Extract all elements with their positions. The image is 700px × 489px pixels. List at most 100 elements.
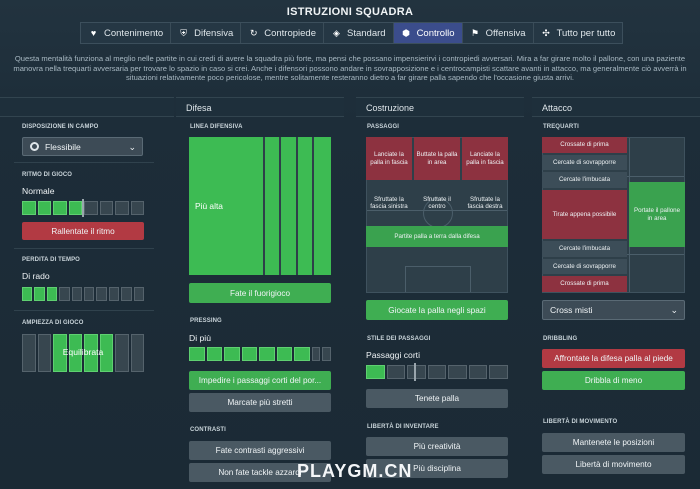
- slider-segment: [34, 287, 45, 301]
- zone-through-ball-left[interactable]: Cercate l'imbucata: [542, 172, 627, 188]
- width-label: AMPIEZZA DI GIOCO: [22, 320, 84, 326]
- zone-center[interactable]: Sfruttate il centro: [414, 183, 460, 223]
- zone-shoot-on-sight[interactable]: Tirate appena possibile: [542, 190, 627, 239]
- slider-segment: [448, 365, 467, 379]
- defensive-line-value: Più alta: [195, 201, 223, 211]
- slider-segment: [68, 201, 82, 215]
- timewasting-label: PERDITA DI TEMPO: [22, 257, 80, 263]
- slider-segment: [189, 347, 205, 361]
- slider-segment: [130, 201, 144, 215]
- width-value: Equilibrata: [62, 347, 104, 357]
- passing-style-slider[interactable]: [366, 363, 509, 381]
- shield-icon: ⛨: [180, 27, 188, 38]
- counter-icon: ↻: [249, 27, 258, 38]
- watermark: PLAYGM.CN: [297, 461, 413, 481]
- zone-left-flank[interactable]: Sfruttate la fascia sinistra: [366, 183, 412, 223]
- chevron-down-icon: ⌄: [128, 142, 136, 152]
- mentality-description: Questa mentalità funziona al meglio nell…: [13, 54, 687, 83]
- run-at-defence-button[interactable]: Affrontate la difesa palla al piede: [542, 349, 685, 368]
- timewasting-value: Di rado: [22, 271, 50, 281]
- pass-into-space-button[interactable]: Giocate la palla negli spazi: [366, 300, 508, 320]
- pitch-line: [405, 266, 406, 292]
- tab-controllo[interactable]: ⬢ Controllo: [393, 23, 463, 43]
- slider-segment: [294, 347, 310, 361]
- tighter-marking-button[interactable]: Marcate più stretti: [189, 393, 331, 412]
- aggressive-tackles-button[interactable]: Fate contrasti aggressivi: [189, 441, 331, 460]
- tab-tutto-per-tutto[interactable]: ✣ Tutto per tutto: [534, 23, 623, 43]
- target-icon: [30, 142, 39, 151]
- zone-overlap-left[interactable]: Cercate di sovrapporre: [542, 155, 627, 170]
- slider-segment: [489, 365, 509, 379]
- slider-segment: [121, 287, 132, 301]
- slider-default-marker: [82, 199, 84, 217]
- tab-standard[interactable]: ◈ Standard: [324, 23, 394, 43]
- crossing-select[interactable]: Cross misti ⌄: [542, 300, 685, 320]
- zone-cross-early-right[interactable]: Crossate di prima: [542, 276, 627, 292]
- pressing-value: Di più: [189, 333, 211, 343]
- width-slider[interactable]: Equilibrata: [22, 334, 144, 372]
- slider-segment: [276, 347, 292, 361]
- dribbling-label: DRIBBLING: [543, 336, 578, 342]
- slider-default-marker: [414, 363, 416, 381]
- zone-cross-early-left[interactable]: Crossate di prima: [542, 137, 627, 153]
- slow-tempo-button[interactable]: Rallentate il ritmo: [22, 222, 144, 240]
- slider-segment: [96, 287, 107, 301]
- slider-segment: [407, 365, 426, 379]
- formation-select[interactable]: Flessibile ⌄: [22, 137, 143, 156]
- slider-segment: [99, 201, 113, 215]
- defensive-line-label: LINEA DIFENSIVA: [190, 124, 243, 130]
- slider-segment: [46, 287, 58, 301]
- tab-contropiede[interactable]: ↻ Contropiede: [241, 23, 324, 43]
- offside-trap-button[interactable]: Fate il fuorigioco: [189, 283, 331, 303]
- slider-segment: [311, 347, 321, 361]
- defensive-line-zone: [297, 137, 312, 275]
- more-creativity-button[interactable]: Più creatività: [366, 437, 508, 456]
- dribble-less-button[interactable]: Dribbla di meno: [542, 371, 685, 390]
- defensive-line-zone: [313, 137, 331, 275]
- zone-overlap-right[interactable]: Cercate di sovrapporre: [542, 259, 627, 274]
- slider-segment: [37, 201, 51, 215]
- defensive-line-zone: [265, 137, 280, 275]
- pressing-slider[interactable]: [189, 347, 331, 361]
- tab-offensiva[interactable]: ⚑ Offensiva: [463, 23, 534, 43]
- zone-wide-left-long[interactable]: Lanciate la palla in fascia: [366, 137, 412, 180]
- tactics-screen: ISTRUZIONI SQUADRA ♥ Contenimento ⛨ Difens…: [0, 0, 700, 489]
- mentality-tabs: ♥ Contenimento ⛨ Difensiva ↻ Contropiede ◈ S…: [80, 22, 624, 44]
- zone-into-box[interactable]: Buttate la palla in area: [414, 137, 460, 180]
- hold-position-button[interactable]: Mantenete le posizioni: [542, 433, 685, 452]
- defensive-line-zone: Più alta: [189, 137, 264, 275]
- all-out-icon: ✣: [542, 27, 550, 38]
- column-header-difesa: Difesa: [176, 97, 344, 117]
- slider-segment: [22, 201, 36, 215]
- slider-segment: [108, 287, 120, 301]
- page-title: ISTRUZIONI SQUADRA: [286, 6, 414, 18]
- slider-segment: [84, 287, 95, 301]
- prevent-short-gk-button[interactable]: Impedire i passaggi corti del por...: [189, 371, 331, 390]
- slider-segment: [322, 347, 331, 361]
- zone-work-into-box[interactable]: Portate il pallone in area: [629, 182, 685, 247]
- chevron-down-icon: ⌄: [670, 305, 678, 315]
- tempo-slider[interactable]: [22, 199, 144, 217]
- column-header-general: [0, 97, 174, 117]
- slider-segment: [366, 365, 385, 379]
- tab-difensiva[interactable]: ⛨ Difensiva: [171, 23, 242, 43]
- tab-contenimento[interactable]: ♥ Contenimento: [81, 23, 172, 43]
- control-icon: ⬢: [402, 27, 410, 38]
- timewasting-slider[interactable]: [22, 287, 145, 301]
- creative-freedom-label: LIBERTÀ DI INVENTARE: [367, 424, 439, 430]
- zone-play-out-defence[interactable]: Partite palla a terra dalla difesa: [366, 226, 508, 247]
- attack-icon: ⚑: [471, 27, 480, 38]
- defensive-line-pitch[interactable]: Più alta: [189, 137, 331, 275]
- tempo-label: RITMO DI GIOCO: [22, 172, 73, 178]
- roam-from-positions-button[interactable]: Libertà di movimento: [542, 455, 685, 474]
- divider: [14, 162, 154, 163]
- divider: [14, 310, 154, 311]
- freedom-of-movement-label: LIBERTÀ DI MOVIMENTO: [543, 419, 618, 425]
- zone-wide-right-long[interactable]: Lanciate la palla in fascia: [462, 137, 508, 180]
- retain-possession-button[interactable]: Tenete palla: [366, 389, 508, 408]
- final-third-label: TREQUARTI: [543, 124, 579, 130]
- defensive-line-zone: [281, 137, 296, 275]
- zone-through-ball-right[interactable]: Cercate l'imbucata: [542, 241, 627, 257]
- zone-right-flank[interactable]: Sfruttate la fascia destra: [462, 183, 508, 223]
- slider-segment: [468, 365, 488, 379]
